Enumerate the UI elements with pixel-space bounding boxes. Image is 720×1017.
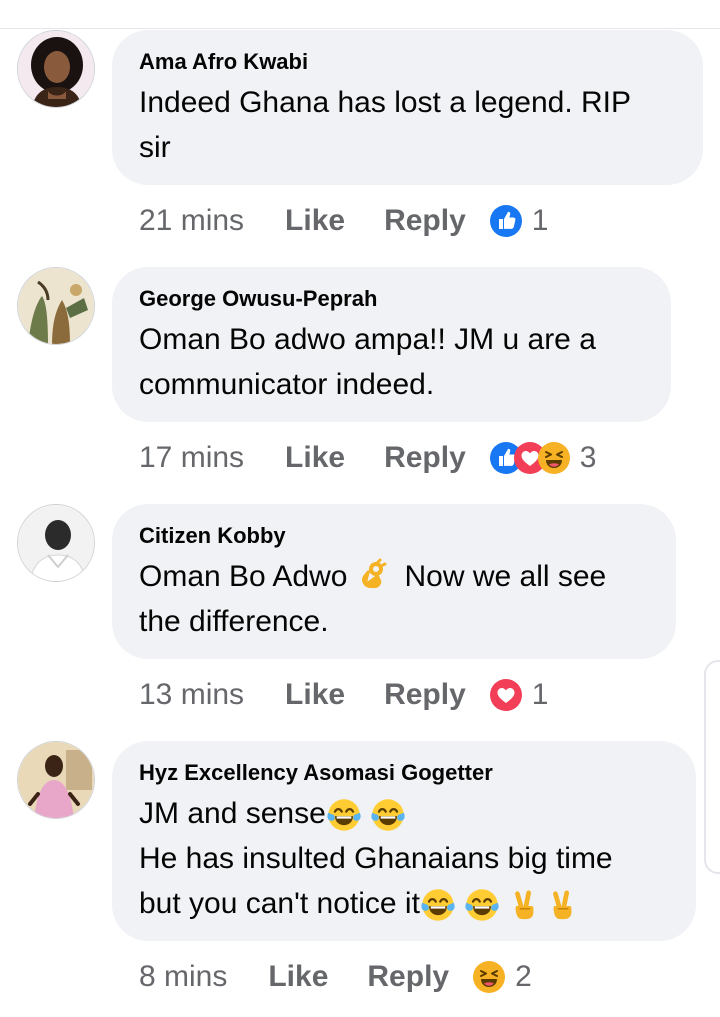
haha-icon [537,442,570,474]
comment-bubble: Hyz Excellency Asomasi Gogetter JM and s… [112,741,696,941]
comment-bubble: George Owusu-Peprah Oman Bo adwo ampa!! … [112,267,671,422]
comment-author[interactable]: George Owusu-Peprah [139,285,645,313]
reaction-count: 1 [531,204,549,237]
reply-button[interactable]: Reply [384,441,466,475]
reaction-summary[interactable]: 1 [489,204,549,238]
like-icon [489,205,522,237]
avatar[interactable] [17,267,95,345]
reaction-summary[interactable]: 3 [489,441,597,475]
comment-actions: 17 mins Like Reply 3 [139,438,596,478]
reaction-count: 1 [531,678,549,711]
victory-hand-emoji [547,887,577,923]
avatar[interactable] [17,504,95,582]
reply-button[interactable]: Reply [384,204,466,238]
tears-of-joy-emoji [420,888,456,922]
tears-of-joy-emoji [370,798,406,832]
comment-actions: 13 mins Like Reply 1 [139,675,548,715]
ok-hand-emoji [359,558,387,591]
comment-author[interactable]: Citizen Kobby [139,522,650,550]
comment-timestamp[interactable]: 8 mins [139,960,227,994]
scroll-edge-handle[interactable] [704,660,720,874]
reaction-summary[interactable]: 2 [473,960,532,994]
comment-bubble: Ama Afro Kwabi Indeed Ghana has lost a l… [112,30,703,185]
avatar[interactable] [17,30,95,108]
tears-of-joy-emoji [326,798,362,832]
victory-hand-emoji [509,887,539,923]
comment-text: Oman Bo adwo ampa!! JM u are a communica… [139,323,596,401]
reply-button[interactable]: Reply [367,960,449,994]
like-button[interactable]: Like [285,204,345,238]
comment-timestamp[interactable]: 21 mins [139,204,244,238]
reaction-summary[interactable]: 1 [489,678,549,712]
haha-icon [473,961,506,993]
reaction-count: 2 [515,960,532,993]
top-divider [0,28,720,29]
comment-text: Indeed Ghana has lost a legend. RIP sir [139,86,632,164]
comment-timestamp[interactable]: 13 mins [139,678,244,712]
comment-text: Oman Bo Adwo Now we all see the differen… [139,554,650,644]
comment-actions: 8 mins Like Reply 2 [139,957,532,997]
comment-author[interactable]: Ama Afro Kwabi [139,48,677,76]
like-button[interactable]: Like [285,678,345,712]
comment-author[interactable]: Hyz Excellency Asomasi Gogetter [139,759,670,787]
like-button[interactable]: Like [268,960,328,994]
reply-button[interactable]: Reply [384,678,466,712]
comment-bubble: Citizen Kobby Oman Bo Adwo Now we all se… [112,504,676,659]
comment-actions: 21 mins Like Reply 1 [139,201,548,241]
avatar[interactable] [17,741,95,819]
reaction-count: 3 [579,441,597,474]
love-icon [489,679,522,711]
like-button[interactable]: Like [285,441,345,475]
comment-text: JM and sense He has insulted Ghanaians b… [139,791,670,926]
comment-timestamp[interactable]: 17 mins [139,441,244,475]
tears-of-joy-emoji [464,888,501,922]
